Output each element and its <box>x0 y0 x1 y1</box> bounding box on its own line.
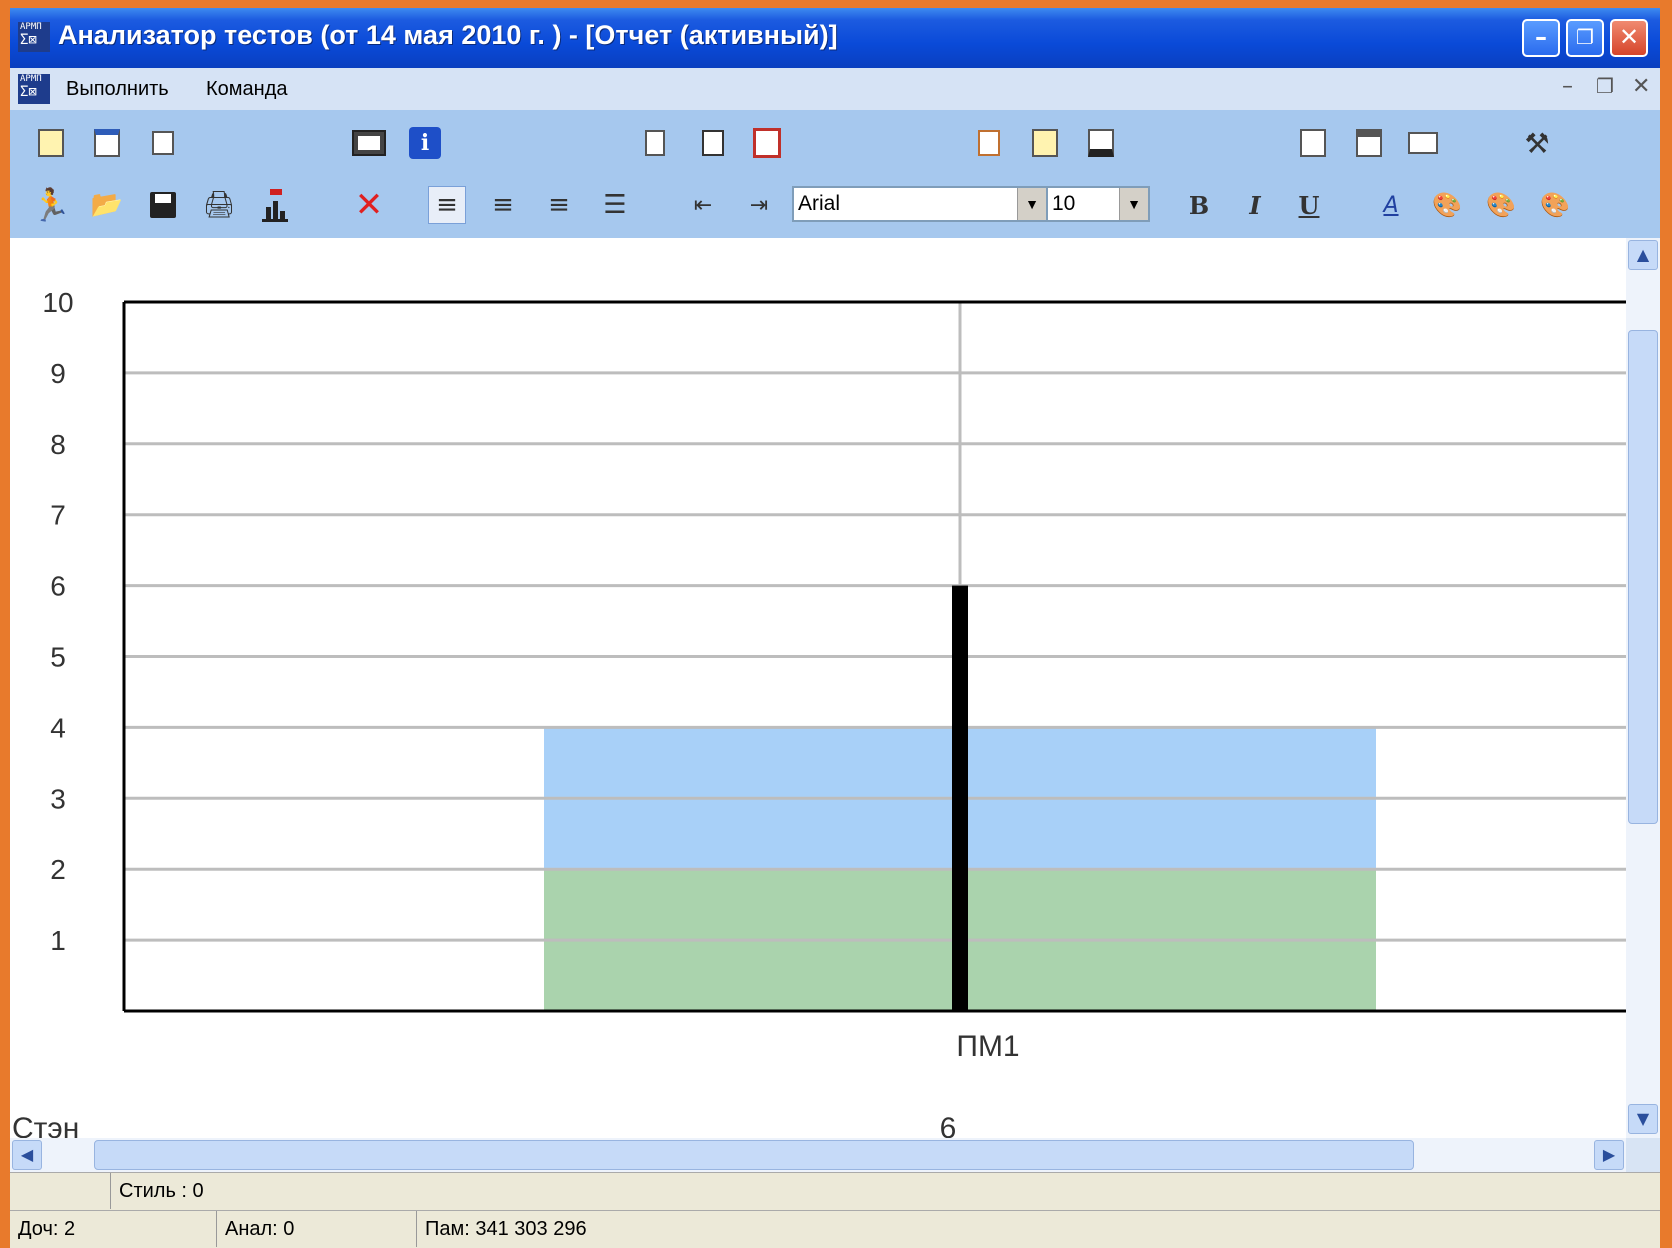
y-tick-label: 3 <box>50 783 66 814</box>
chart: 1 2 3 4 5 6 7 8 9 10 ПМ1 Стэн 6 <box>12 287 1626 1138</box>
menu-bar: АРМП Σ⊠ Выполнить Команда – ❐ ✕ <box>10 68 1660 110</box>
report-list-icon[interactable] <box>144 124 182 162</box>
export-chart-icon[interactable] <box>256 186 294 224</box>
app-window: АРМП Σ⊠ Анализатор тестов (от 14 мая 201… <box>10 8 1660 1248</box>
scroll-up-button[interactable]: ▲ <box>1628 240 1658 270</box>
page-select-icon[interactable] <box>694 124 732 162</box>
font-color-icon[interactable]: A <box>1372 186 1410 224</box>
fill-palette-icon[interactable]: 🎨 <box>1536 186 1574 224</box>
align-center-icon[interactable]: ≡ <box>484 186 522 224</box>
category-label: ПМ1 <box>956 1030 1019 1063</box>
mdi-restore-button[interactable]: ❐ <box>1596 74 1614 98</box>
open-folder-icon[interactable]: 📂 <box>88 186 126 224</box>
y-tick-label: 9 <box>50 358 66 389</box>
status-memory: Пам: 341 303 296 <box>416 1211 1660 1247</box>
align-justify-icon[interactable]: ☰ <box>596 186 634 224</box>
report-canvas: 1 2 3 4 5 6 7 8 9 10 ПМ1 Стэн 6 <box>10 238 1660 1138</box>
vertical-scroll-thumb[interactable] <box>1628 330 1658 824</box>
y-tick-label: 7 <box>50 500 66 531</box>
open-report-icon[interactable] <box>32 124 70 162</box>
toolbar: i ⚒ 🏃 📂 🖨 ✕ ≡ ≡ ≡ ☰ ⇤ ⇥ Arial ▼ 10 ▼ B I… <box>10 110 1660 238</box>
font-name-select[interactable]: Arial ▼ <box>792 186 1048 222</box>
bold-button[interactable]: B <box>1180 186 1218 224</box>
indent-icon[interactable]: ⇥ <box>740 186 778 224</box>
status-style: Стиль : 0 <box>110 1173 1660 1209</box>
open-chart-icon[interactable] <box>1026 124 1064 162</box>
y-tick-label: 6 <box>50 571 66 602</box>
monitor-icon[interactable] <box>350 124 388 162</box>
text-palette-icon[interactable]: 🎨 <box>1482 186 1520 224</box>
close-button[interactable]: ✕ <box>1610 19 1648 57</box>
tools-icon[interactable]: ⚒ <box>1518 124 1556 162</box>
mdi-minimize-button[interactable]: – <box>1562 74 1573 99</box>
save-chart-icon[interactable] <box>1082 124 1120 162</box>
page-frame-icon[interactable] <box>748 124 786 162</box>
scroll-right-button[interactable]: ▶ <box>1594 1140 1624 1170</box>
horizontal-scroll-thumb[interactable] <box>94 1140 1414 1170</box>
chevron-down-icon[interactable]: ▼ <box>1017 188 1046 220</box>
page-icon[interactable] <box>636 124 674 162</box>
chevron-down-icon[interactable]: ▼ <box>1119 188 1148 220</box>
status-bar-main: Доч: 2 Анал: 0 Пам: 341 303 296 <box>10 1210 1660 1248</box>
scroll-down-button[interactable]: ▼ <box>1628 1104 1658 1134</box>
restore-button[interactable]: ❐ <box>1566 19 1604 57</box>
font-size-select[interactable]: 10 ▼ <box>1046 186 1150 222</box>
new-report-icon[interactable] <box>88 124 126 162</box>
delete-icon[interactable]: ✕ <box>350 185 388 225</box>
y-tick-label: 10 <box>42 287 73 318</box>
align-left-icon[interactable]: ≡ <box>428 186 466 224</box>
run-icon[interactable]: 🏃 <box>31 186 71 224</box>
underline-button[interactable]: U <box>1290 186 1328 224</box>
scroll-left-button[interactable]: ◀ <box>12 1140 42 1170</box>
y-tick-label: 2 <box>50 854 66 885</box>
chart-page-icon[interactable] <box>970 124 1008 162</box>
italic-button[interactable]: I <box>1236 186 1274 224</box>
align-right-icon[interactable]: ≡ <box>540 186 578 224</box>
palette-icon[interactable]: 🎨 <box>1428 186 1466 224</box>
y-tick-label: 4 <box>50 712 66 743</box>
minimize-button[interactable]: – <box>1522 19 1560 57</box>
y-tick-label: 8 <box>50 429 66 460</box>
status-bar-style: Стиль : 0 <box>10 1172 1660 1211</box>
outdent-icon[interactable]: ⇤ <box>684 186 722 224</box>
app-icon[interactable]: АРМП Σ⊠ <box>18 22 50 52</box>
window-title: Анализатор тестов (от 14 мая 2010 г. ) -… <box>58 20 838 50</box>
y-tick-label: 5 <box>50 642 66 673</box>
menu-execute[interactable]: Выполнить <box>66 78 169 101</box>
print-icon[interactable]: 🖨 <box>200 186 238 224</box>
y-tick-label: 1 <box>50 925 66 956</box>
mdi-close-button[interactable]: ✕ <box>1632 74 1650 99</box>
status-doc: Доч: 2 <box>18 1218 76 1240</box>
value-bar <box>952 585 968 1011</box>
menu-command[interactable]: Команда <box>206 78 287 101</box>
horizontal-scrollbar[interactable]: ◀ ▶ <box>10 1138 1626 1172</box>
info-icon[interactable]: i <box>406 124 444 162</box>
row-value: 6 <box>940 1112 957 1138</box>
row-label: Стэн <box>12 1112 79 1138</box>
vertical-scrollbar[interactable]: ▲ ▼ <box>1626 238 1660 1138</box>
columns-icon[interactable] <box>1404 124 1442 162</box>
save-icon[interactable] <box>144 186 182 224</box>
table-chart-icon[interactable] <box>1350 124 1388 162</box>
copy-chart-icon[interactable] <box>1294 124 1332 162</box>
title-bar[interactable]: АРМП Σ⊠ Анализатор тестов (от 14 мая 201… <box>10 8 1660 68</box>
document-icon[interactable]: АРМП Σ⊠ <box>18 74 50 104</box>
status-anal: Анал: 0 <box>216 1211 416 1247</box>
